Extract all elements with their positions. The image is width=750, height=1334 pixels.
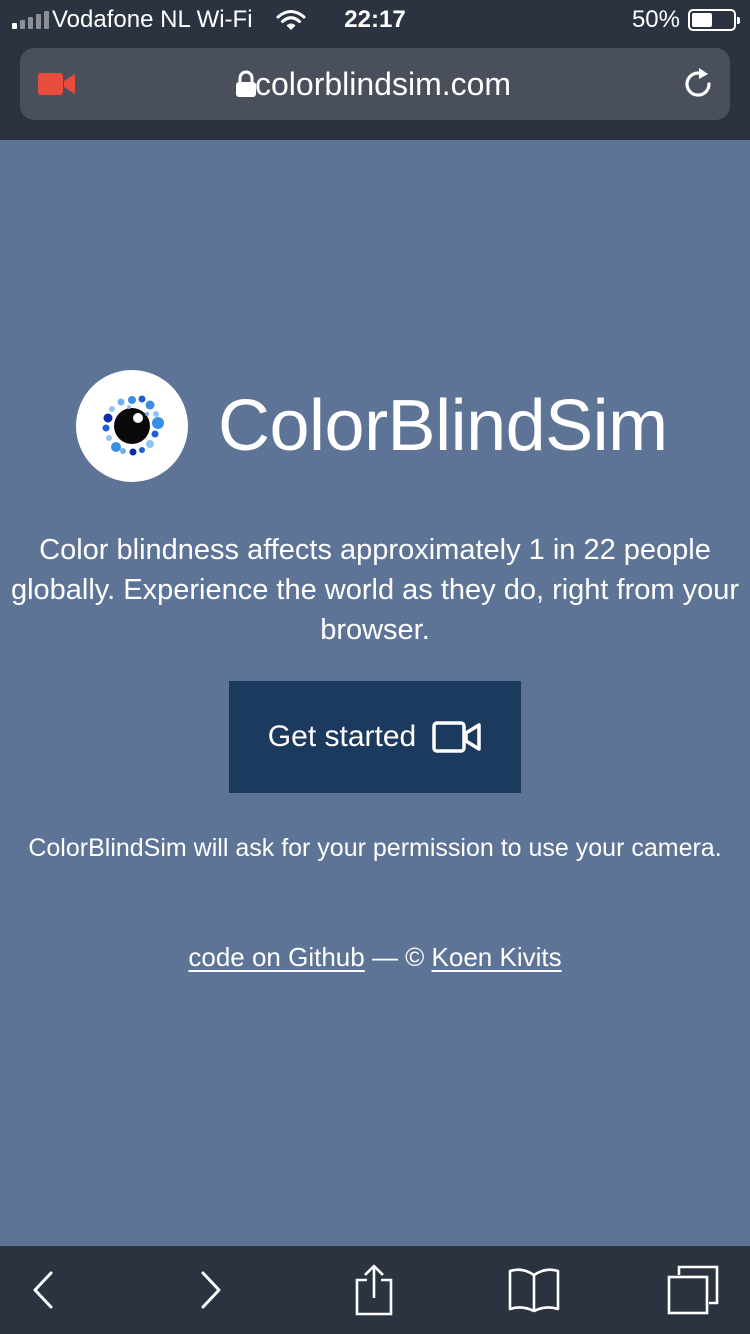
tabs-button[interactable] <box>653 1246 733 1334</box>
camera-permission-note: ColorBlindSim will ask for your permissi… <box>28 834 722 862</box>
get-started-label: Get started <box>267 720 417 753</box>
bookmarks-icon <box>508 1268 560 1313</box>
footer-separator: — © <box>364 942 432 972</box>
battery-fill <box>692 13 712 27</box>
back-icon <box>33 1271 53 1309</box>
forward-button[interactable] <box>171 1246 251 1334</box>
browser-toolbar <box>0 1246 750 1334</box>
forward-icon <box>201 1271 221 1309</box>
bookmarks-button[interactable] <box>494 1246 574 1334</box>
tabs-icon <box>667 1265 719 1315</box>
footer-links: code on Github — © Koen Kivits <box>0 942 750 973</box>
camera-recording-icon <box>38 73 75 95</box>
reload-icon[interactable] <box>680 66 716 102</box>
back-button[interactable] <box>3 1246 83 1334</box>
url-text[interactable]: colorblindsim.com <box>255 66 511 103</box>
brand-header: ColorBlindSim <box>76 370 668 482</box>
brand-name: ColorBlindSim <box>218 386 668 466</box>
battery-percent: 50% <box>631 6 680 33</box>
github-link[interactable]: code on Github <box>188 942 364 972</box>
address-bar[interactable]: colorblindsim.com <box>20 48 730 120</box>
status-bar: Vodafone NL Wi-Fi 22:17 50% <box>0 0 750 42</box>
lock-icon <box>236 70 256 97</box>
app-logo <box>76 370 188 482</box>
video-camera-icon <box>432 721 481 753</box>
tagline: Color blindness affects approximately 1 … <box>10 534 740 646</box>
battery-icon <box>688 9 740 31</box>
author-link[interactable]: Koen Kivits <box>432 942 562 972</box>
browser-chrome-top: Vodafone NL Wi-Fi 22:17 50% colorblindsi… <box>0 0 750 140</box>
get-started-button[interactable]: Get started <box>229 681 521 793</box>
share-button[interactable] <box>334 1246 414 1334</box>
eye-logo-icon <box>102 395 164 456</box>
share-icon <box>355 1264 393 1316</box>
